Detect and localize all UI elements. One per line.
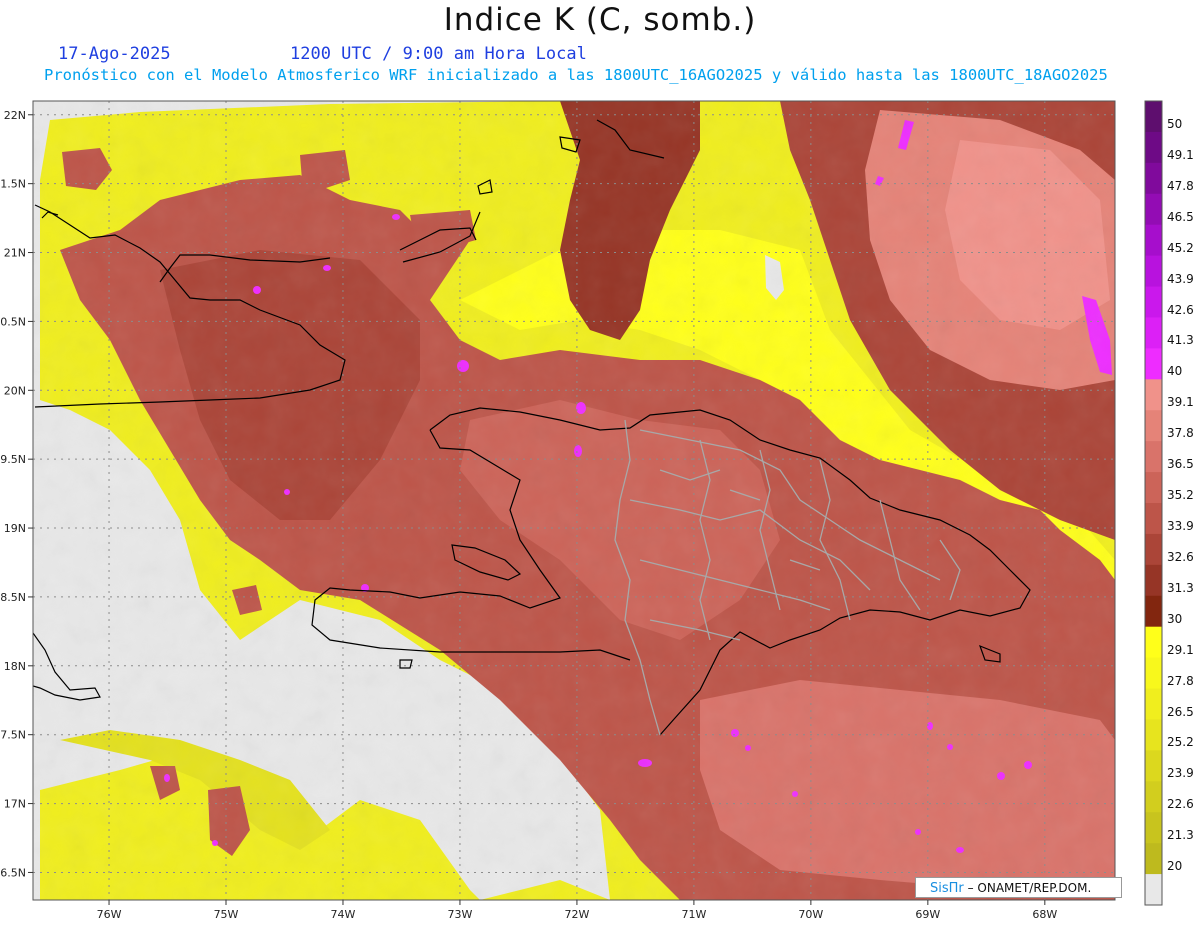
colorbar-label: 21.3: [1167, 828, 1194, 843]
colorbar-label: 30: [1167, 611, 1183, 626]
colorbar-swatch: [1145, 874, 1162, 906]
colorbar-swatch: [1145, 131, 1162, 164]
colorbar-swatch: [1145, 781, 1162, 813]
k-index-map: 22N 21.5N 21N 20.5N 20N 19.5N 19N 18.5N 18N 17.5N…: [0, 100, 1163, 921]
lat-label: 20.5N: [0, 315, 26, 328]
map-field: [33, 101, 1115, 900]
colorbar-swatch: [1145, 193, 1162, 226]
colorbar-label: 29.1: [1167, 642, 1194, 657]
colorbar-label: 22.6: [1167, 797, 1194, 812]
colorbar-label: 45.2: [1167, 240, 1194, 255]
colorbar-swatch: [1145, 255, 1162, 288]
colorbar-swatch: [1145, 503, 1162, 535]
colorbar-swatch: [1145, 750, 1162, 782]
field-texture: [33, 101, 1115, 900]
colorbar-swatch: [1145, 533, 1162, 566]
colorbar-swatch: [1145, 441, 1162, 473]
colorbar-swatch: [1145, 101, 1162, 133]
credit-box: SisПr – ONAMET/REP.DOM.: [915, 877, 1122, 898]
colorbar-label: 26.5: [1167, 704, 1194, 719]
lat-label: 18N: [4, 660, 26, 673]
lat-label: 17N: [4, 798, 26, 811]
lon-label: 70W: [798, 908, 823, 921]
colorbar-label: 23.9: [1167, 766, 1194, 781]
lon-label: 73W: [448, 908, 473, 921]
lon-label: 74W: [331, 908, 356, 921]
lon-label: 75W: [214, 908, 239, 921]
colorbar-label: 35.2: [1167, 488, 1194, 503]
lon-label: 69W: [915, 908, 940, 921]
credit-brand: SisПr: [930, 881, 964, 896]
colorbar-label: 41.3: [1167, 333, 1194, 348]
colorbar-swatch: [1145, 379, 1162, 411]
colorbar-label: 27.8: [1167, 673, 1194, 688]
colorbar-label: 40: [1167, 364, 1183, 379]
colorbar-label: 49.1: [1167, 147, 1194, 162]
colorbar-swatch: [1145, 719, 1162, 751]
lat-label: 20N: [4, 384, 26, 397]
lon-label: 68W: [1032, 908, 1057, 921]
lon-label: 76W: [97, 908, 122, 921]
colorbar-swatch: [1145, 348, 1162, 380]
colorbar-label: 39.1: [1167, 395, 1194, 410]
colorbar-swatch: [1145, 286, 1162, 318]
lon-label: 71W: [681, 908, 706, 921]
colorbar-swatch: [1145, 317, 1162, 349]
colorbar-swatch: [1145, 626, 1162, 659]
colorbar-swatch: [1145, 688, 1162, 720]
lat-label: 18.5N: [0, 591, 26, 604]
colorbar-swatch: [1145, 410, 1162, 442]
latitude-axis: 22N 21.5N 21N 20.5N 20N 19.5N 19N 18.5N 18N 17.5N…: [0, 109, 33, 879]
lat-label: 17.5N: [0, 729, 26, 742]
colorbar-label: 43.9: [1167, 271, 1194, 286]
longitude-axis: 76W 75W 74W 73W 72W 71W 70W 69W 68W: [97, 900, 1057, 921]
colorbar-swatch: [1145, 564, 1162, 597]
lat-label: 21.5N: [0, 178, 26, 191]
colorbar-swatch: [1145, 812, 1162, 844]
credit-text: – ONAMET/REP.DOM.: [963, 881, 1092, 895]
colorbar-label: 36.5: [1167, 457, 1194, 472]
colorbar-swatch: [1145, 595, 1162, 628]
colorbar-label: 50: [1167, 117, 1183, 131]
colorbar-swatch: [1145, 657, 1162, 690]
colorbar-swatch: [1145, 224, 1162, 257]
colorbar-label: 31.3: [1167, 580, 1194, 595]
lat-label: 19N: [4, 522, 26, 535]
colorbar-swatch: [1145, 162, 1162, 195]
colorbar-label: 37.8: [1167, 426, 1194, 441]
colorbar-label: 46.5: [1167, 209, 1194, 224]
colorbar-label: 20: [1167, 859, 1183, 874]
lat-label: 19.5N: [0, 453, 26, 466]
colorbar-swatch: [1145, 843, 1162, 875]
lat-label: 22N: [4, 109, 26, 122]
lat-label: 16.5N: [0, 866, 26, 879]
lon-label: 72W: [564, 908, 589, 921]
colorbar-label: 25.2: [1167, 735, 1194, 750]
colorbar-label: 47.8: [1167, 178, 1194, 193]
colorbar-label: 42.6: [1167, 302, 1194, 317]
colorbar-label: 32.6: [1167, 549, 1194, 564]
colorbar: [1144, 100, 1163, 906]
lat-label: 21N: [4, 247, 26, 260]
colorbar-swatch: [1145, 472, 1162, 504]
colorbar-label: 33.9: [1167, 519, 1194, 533]
